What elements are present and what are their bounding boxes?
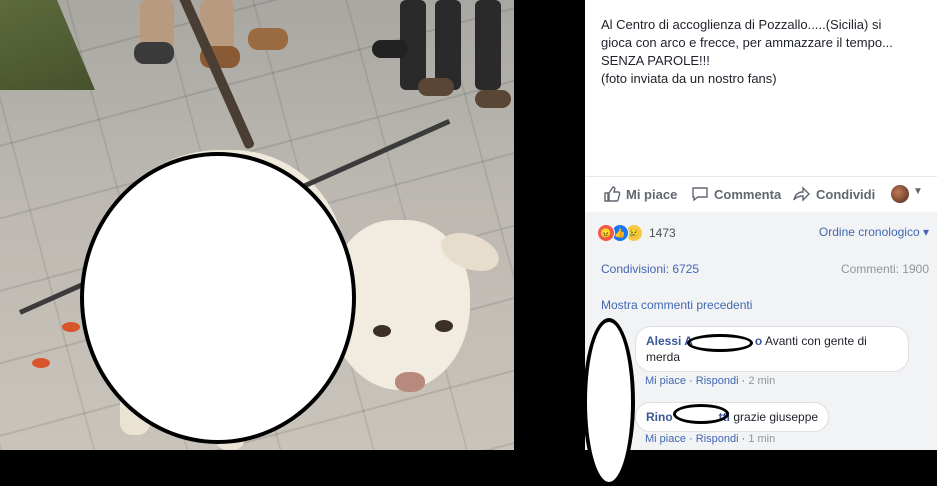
post-panel: Al Centro di accoglienza di Pozzallo....… [585,0,937,450]
comment-like-link[interactable]: Mi piace [645,433,686,445]
share-button[interactable]: Condividi [793,185,875,203]
comments-section: 😠 👍 😢 1473 Ordine cronologico ▾ Condivis… [585,212,937,450]
show-previous-comments-link[interactable]: Mostra commenti precedenti [601,298,752,312]
post-line: (foto inviata da un nostro fans) [601,71,777,86]
comment-author[interactable]: Alessi A [646,334,693,348]
shoe [418,78,454,96]
redaction-oval [583,318,635,486]
comment-label: Commenta [714,186,782,202]
comment-reply-link[interactable]: Rispondi [696,375,739,387]
person-legs-right [372,0,511,110]
like-label: Mi piace [626,186,678,202]
comment-reply-link[interactable]: Rispondi [696,433,739,445]
post-text: Al Centro di accoglienza di Pozzallo....… [601,16,931,88]
comment-time[interactable]: 2 min [748,375,775,387]
comment-icon [691,185,709,203]
comment-author[interactable]: Rino [646,410,673,424]
shoe [134,42,174,64]
post-line: gioca con arco e frecce, per ammazzare i… [601,35,893,50]
post-line: SENZA PAROLE!!! [601,53,710,68]
action-bar: Mi piace Commenta Condividi [585,176,937,211]
shares-count[interactable]: Condivisioni: 6725 [601,262,699,276]
angry-icon: 😠 [597,224,615,242]
dog-eye [435,320,453,332]
page-avatar[interactable] [891,185,909,203]
like-button[interactable]: Mi piace [603,185,677,203]
comment-order-dropdown[interactable]: Ordine cronologico ▾ [819,225,929,239]
reaction-count: 1473 [649,226,676,240]
thumbs-up-icon [603,185,621,203]
shoe [372,40,408,58]
name-scribble [687,334,753,352]
post-line: Al Centro di accoglienza di Pozzallo....… [601,17,882,32]
comment-meta: Mi piace · Rispondi · 2 min [645,375,776,387]
reactions-summary[interactable]: 😠 👍 😢 1473 [597,224,676,242]
comment-text: grazie giuseppe [733,410,819,424]
arrow-fletching [32,358,50,368]
chevron-down-icon[interactable]: ▼ [913,186,923,197]
arrow-fletching [62,322,80,332]
comment-text: Avanti con gente di [764,334,867,348]
comment-meta: Mi piace · Rispondi · 1 min [645,433,776,445]
leg [435,0,461,90]
dog-nose [395,372,425,392]
leg [475,0,501,90]
comment-button[interactable]: Commenta [691,185,781,203]
comments-count[interactable]: Commenti: 1900 [841,262,929,276]
comment-like-link[interactable]: Mi piace [645,375,686,387]
comment-time[interactable]: 1 min [748,433,775,445]
boot [248,28,288,50]
shoe [475,90,511,108]
comment-bubble: Alessi A o Avanti con gente di merda [635,326,909,372]
share-icon [793,185,811,203]
name-scribble [673,404,729,424]
dog-eye [373,325,391,337]
comment-author-tail[interactable]: o [755,334,762,348]
comment-bubble: Rino tti grazie giuseppe [635,402,830,432]
comment-text-cont: merda [646,350,681,364]
share-label: Condividi [816,186,876,202]
post-photo[interactable] [0,0,514,450]
redaction-circle [80,152,356,444]
